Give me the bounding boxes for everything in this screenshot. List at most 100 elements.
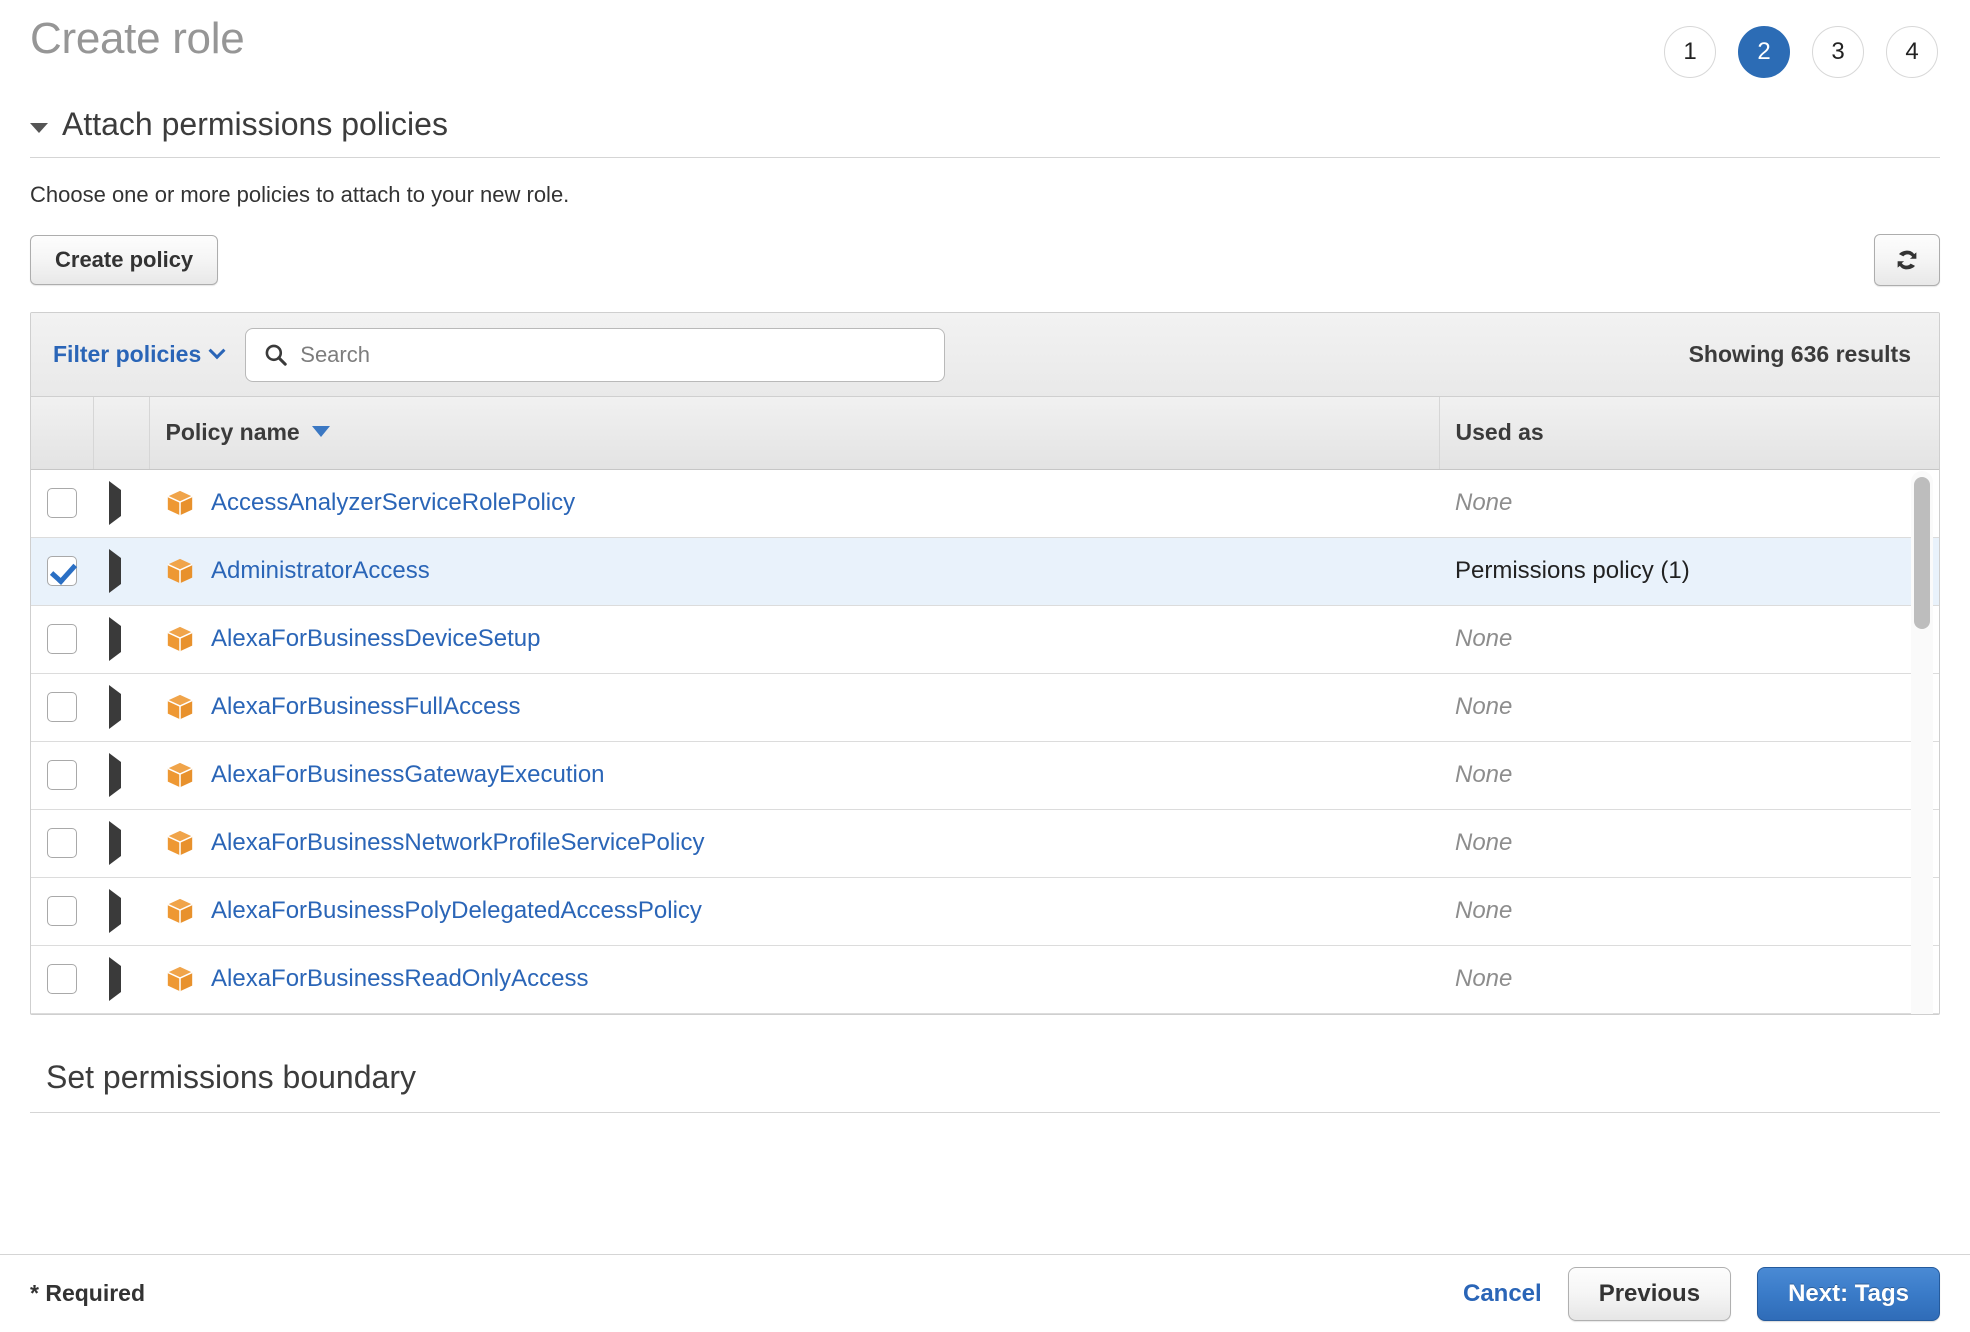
create-policy-button[interactable]: Create policy — [30, 235, 219, 285]
row-policy-name-cell: AccessAnalyzerServiceRolePolicy — [149, 469, 1439, 538]
row-checkbox[interactable] — [47, 964, 77, 994]
table-row[interactable]: AlexaForBusinessGatewayExecution None — [31, 741, 1939, 810]
used-as-value: Permissions policy (1) — [1455, 557, 1690, 584]
policies-panel: Filter policies Showing 636 results — [30, 312, 1940, 1015]
table-row[interactable]: AlexaForBusinessNetworkProfileServicePol… — [31, 809, 1939, 878]
table-scrollbar-thumb[interactable] — [1914, 477, 1930, 629]
table-row[interactable]: AlexaForBusinessReadOnlyAccess None — [31, 945, 1939, 1014]
step-3[interactable]: 3 — [1812, 26, 1864, 78]
results-count: Showing 636 results — [1688, 341, 1911, 367]
policy-name-link[interactable]: AlexaForBusinessPolyDelegatedAccessPolic… — [211, 897, 702, 925]
row-expand-cell — [93, 809, 149, 878]
attach-permissions-title: Attach permissions policies — [62, 106, 448, 142]
filter-bar: Filter policies Showing 636 results — [31, 313, 1939, 397]
policy-name-link[interactable]: AlexaForBusinessDeviceSetup — [211, 625, 541, 653]
filter-policies-dropdown[interactable]: Filter policies — [53, 341, 226, 368]
row-checkbox[interactable] — [47, 692, 77, 722]
row-expand-cell — [93, 605, 149, 674]
used-as-value: None — [1455, 761, 1513, 788]
policies-table-body: AccessAnalyzerServiceRolePolicy None Admi… — [31, 469, 1939, 1014]
row-policy-name-cell: AlexaForBusinessNetworkProfileServicePol… — [149, 809, 1439, 878]
permissions-boundary-section-header[interactable]: Set permissions boundary — [30, 1059, 1940, 1113]
header-used-as[interactable]: Used as — [1439, 397, 1939, 470]
header-checkbox-cell — [31, 397, 94, 470]
row-policy-name-cell: AdministratorAccess — [149, 537, 1439, 606]
used-as-value: None — [1455, 693, 1513, 720]
policy-cube-icon — [167, 830, 193, 856]
header-policy-name[interactable]: Policy name — [149, 397, 1440, 470]
policy-name-link[interactable]: AdministratorAccess — [211, 557, 430, 585]
required-note: * Required — [30, 1280, 146, 1306]
policy-name-link[interactable]: AccessAnalyzerServiceRolePolicy — [211, 489, 575, 517]
policy-name-link[interactable]: AlexaForBusinessNetworkProfileServicePol… — [211, 829, 705, 857]
table-scrollbar[interactable] — [1911, 471, 1933, 1014]
table-row[interactable]: AlexaForBusinessPolyDelegatedAccessPolic… — [31, 877, 1939, 946]
row-checkbox-cell — [31, 741, 93, 810]
header-expand-cell — [93, 397, 150, 470]
policy-cube-icon — [167, 490, 193, 516]
attach-permissions-section-header[interactable]: Attach permissions policies — [30, 106, 1940, 158]
row-used-as-cell: None — [1439, 809, 1939, 878]
row-checkbox[interactable] — [47, 760, 77, 790]
expand-row-icon[interactable] — [109, 548, 121, 593]
expand-row-icon[interactable] — [109, 956, 121, 1001]
create-role-page: Create role 1 2 3 4 Attach permissions p… — [0, 0, 1970, 1332]
row-policy-name-cell: AlexaForBusinessDeviceSetup — [149, 605, 1439, 674]
cancel-button[interactable]: Cancel — [1463, 1280, 1542, 1308]
row-expand-cell — [93, 673, 149, 742]
expand-row-icon[interactable] — [109, 752, 121, 797]
table-row[interactable]: AlexaForBusinessDeviceSetup None — [31, 605, 1939, 674]
row-checkbox[interactable] — [47, 896, 77, 926]
footer-actions: Cancel Previous Next: Tags — [1463, 1266, 1940, 1321]
used-as-value: None — [1455, 489, 1513, 516]
row-expand-cell — [93, 741, 149, 810]
expand-row-icon[interactable] — [109, 480, 121, 525]
step-2[interactable]: 2 — [1738, 26, 1790, 78]
expand-row-icon[interactable] — [109, 684, 121, 729]
refresh-icon — [1897, 250, 1917, 270]
sort-descending-icon — [311, 426, 330, 438]
refresh-button[interactable] — [1874, 234, 1940, 286]
row-expand-cell — [93, 537, 149, 606]
search-input[interactable] — [245, 327, 946, 382]
row-policy-name-cell: AlexaForBusinessGatewayExecution — [149, 741, 1439, 810]
row-checkbox[interactable] — [47, 556, 77, 586]
next-tags-button[interactable]: Next: Tags — [1757, 1266, 1940, 1321]
row-used-as-cell: None — [1439, 469, 1939, 538]
row-checkbox-cell — [31, 673, 93, 742]
policy-name-link[interactable]: AlexaForBusinessGatewayExecution — [211, 761, 605, 789]
step-1[interactable]: 1 — [1664, 26, 1716, 78]
table-row[interactable]: AlexaForBusinessFullAccess None — [31, 673, 1939, 742]
row-checkbox-cell — [31, 605, 93, 674]
used-as-value: None — [1455, 829, 1513, 856]
policies-table: Policy name Used as AccessAnalyzerServic… — [31, 397, 1939, 1014]
row-expand-cell — [93, 877, 149, 946]
row-checkbox[interactable] — [47, 828, 77, 858]
page-header: Create role 1 2 3 4 — [0, 0, 1970, 92]
row-used-as-cell: None — [1439, 945, 1939, 1014]
policy-name-link[interactable]: AlexaForBusinessReadOnlyAccess — [211, 965, 589, 993]
row-used-as-cell: None — [1439, 673, 1939, 742]
used-as-value: None — [1455, 965, 1513, 992]
step-indicator: 1 2 3 4 — [1664, 26, 1938, 78]
expand-row-icon[interactable] — [109, 616, 121, 661]
previous-button[interactable]: Previous — [1567, 1266, 1732, 1321]
chevron-down-icon — [208, 341, 226, 359]
row-policy-name-cell: AlexaForBusinessPolyDelegatedAccessPolic… — [149, 877, 1439, 946]
policies-toolbar: Create policy — [30, 234, 1940, 286]
step-4[interactable]: 4 — [1886, 26, 1938, 78]
policies-table-scroll: Policy name Used as AccessAnalyzerServic… — [31, 397, 1939, 1014]
expand-row-icon[interactable] — [109, 820, 121, 865]
table-row[interactable]: AdministratorAccess Permissions policy (1… — [31, 537, 1939, 606]
policy-name-link[interactable]: AlexaForBusinessFullAccess — [211, 693, 520, 721]
attach-permissions-description: Choose one or more policies to attach to… — [30, 182, 570, 207]
policy-cube-icon — [167, 966, 193, 992]
row-checkbox[interactable] — [47, 624, 77, 654]
table-row[interactable]: AccessAnalyzerServiceRolePolicy None — [31, 469, 1939, 538]
row-checkbox-cell — [31, 809, 93, 878]
row-checkbox[interactable] — [47, 488, 77, 518]
expand-row-icon[interactable] — [109, 888, 121, 933]
row-used-as-cell: None — [1439, 877, 1939, 946]
table-header-row: Policy name Used as — [31, 397, 1939, 470]
used-as-value: None — [1455, 625, 1513, 652]
